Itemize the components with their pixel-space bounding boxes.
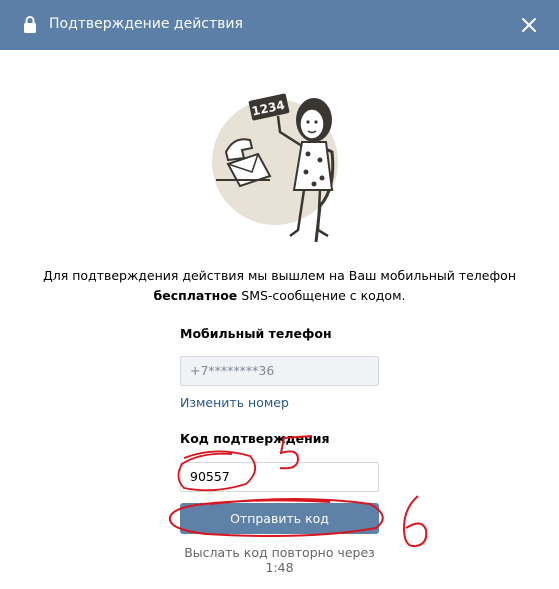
dialog-header: Подтверждение действия — [0, 0, 559, 50]
info-line-1: Для подтверждения действия мы вышлем на … — [42, 268, 516, 283]
lock-icon — [24, 16, 36, 33]
face-shape — [299, 108, 325, 140]
code-input[interactable]: 90557 — [180, 462, 379, 492]
info-text: Для подтверждения действия мы вышлем на … — [20, 266, 539, 306]
sms-illustration: 1234 — [212, 93, 338, 243]
phone-field: +7********36 — [180, 356, 379, 386]
close-icon[interactable] — [519, 15, 539, 35]
info-bold: бесплатное — [153, 288, 238, 303]
code-label: Код подтверждения — [180, 431, 330, 446]
annotation-six — [402, 495, 428, 548]
info-line-2: SMS-сообщение с кодом. — [237, 288, 406, 303]
resend-timer-text: Выслать код повторно через 1:48 — [184, 545, 375, 575]
dialog-title: Подтверждение действия — [49, 16, 243, 32]
send-code-button[interactable]: Отправить код — [180, 503, 379, 534]
change-number-link[interactable]: Изменить номер — [180, 395, 289, 410]
phone-label: Мобильный телефон — [180, 326, 332, 341]
